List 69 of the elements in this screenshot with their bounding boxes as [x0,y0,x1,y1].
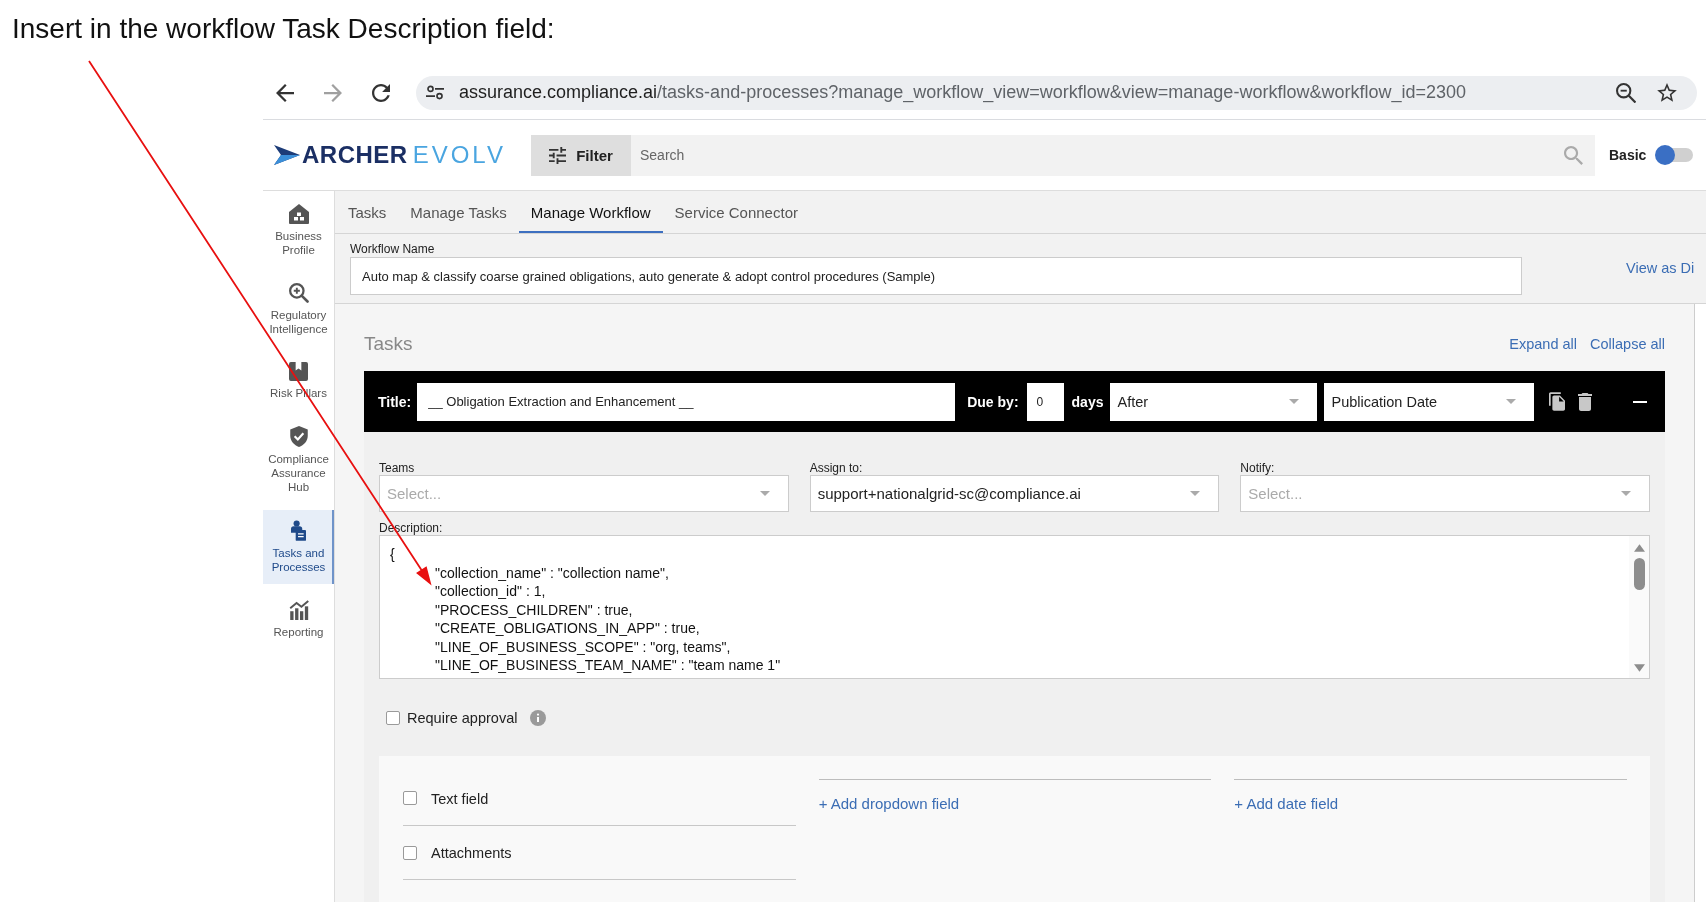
checkbox-label: Attachments [431,844,512,861]
checkbox-label: Require approval [407,710,518,726]
field-label: Teams [379,461,415,475]
sliders-icon [549,146,567,164]
shield-check-icon [289,426,308,447]
sidebar-item[interactable]: Compliance Assurance Hub [263,416,334,504]
field-label: Due by: [967,393,1019,410]
url-text: assurance.compliance.ai/tasks-and-processes?manage_workflow_view=workflow&view=manage-workflow&workflow_id=2300 [459,82,1466,103]
due-days-field[interactable]: 0 [1026,382,1064,421]
checkbox-label: Text field [431,791,489,807]
unit-label: days [1071,393,1104,410]
logo-text: ARCHER [302,141,408,169]
bookmark-icon [289,362,308,381]
tab[interactable]: Tasks [336,191,399,233]
checkbox[interactable] [403,845,417,860]
minus-icon[interactable] [1633,400,1647,403]
toggle-switch[interactable] [1655,145,1694,165]
dropdown[interactable]: After [1110,382,1318,421]
collapse-all-link[interactable]: Collapse all [1590,336,1665,352]
site-settings-icon[interactable] [426,85,444,100]
expand-all-link[interactable]: Expand all [1509,336,1578,352]
annotation-caption: Insert in the workflow Task Description field: [12,13,555,45]
scroll-down-arrow-icon[interactable] [1633,664,1645,672]
caret-icon [759,491,770,496]
caret-icon [1506,399,1517,404]
description-field[interactable]: { "collection_name" : "collection name", "collection_id" : 1, "PROCESS_CHILDREN" : true, "CREATE_OBLIGATIONS_IN_APP" : true, "LINE_OF_BUSINESS_SCOPE" : "org, teams", "LINE_OF_BUSINESS_TEAM_NAME" : "team name 1" [379,535,1650,679]
sidebar-item[interactable]: Reporting [263,590,334,649]
add-field-link[interactable]: + Add dropdown field [818,795,960,812]
caret-icon [1289,399,1300,404]
sidebar-item[interactable]: Business Profile [263,194,334,267]
logo-text: EVOLV [412,141,506,169]
scroll-up-arrow-icon[interactable] [1633,544,1645,552]
checkbox[interactable] [403,791,417,805]
field-label: Notify: [1240,461,1275,475]
dropdown[interactable]: support+nationalgrid-sc@compliance.ai [809,475,1220,512]
address-bar[interactable]: assurance.compliance.ai/tasks-and-processes?manage_workflow_view=workflow&view=manage-workflow&workflow_id=2300 [416,75,1697,110]
star-icon[interactable] [1657,83,1677,102]
view-as-diagram-link[interactable]: View as Di [1626,260,1695,276]
scrollbar-thumb[interactable] [1633,558,1645,590]
filter-button[interactable]: Filter [531,134,631,176]
field-label: Assign to: [809,461,863,475]
field-label: Workflow Name [350,242,435,256]
bar-chart-icon [288,600,309,620]
copy-icon[interactable] [1549,392,1566,411]
add-field-link[interactable]: + Add date field [1234,795,1339,812]
sidebar-item[interactable]: Regulatory Intelligence [263,273,334,346]
caret-icon [1621,491,1631,496]
section-heading: Tasks [364,333,413,355]
search-field[interactable]: Search [631,134,1595,176]
caret-icon [1190,491,1201,496]
zoom-in-icon [288,283,309,303]
toggle-label: Basic [1609,147,1647,163]
title-field[interactable]: __ Obligation Extraction and Enhancement __ [417,382,956,421]
zoom-out-icon[interactable] [1616,82,1636,103]
back-arrow-icon[interactable] [276,83,294,102]
checkbox[interactable] [386,711,400,725]
tab[interactable]: Service Connector [662,191,810,233]
trash-icon[interactable] [1578,392,1593,411]
field-label: Title: [378,393,412,410]
person-clipboard-icon [291,520,306,541]
workflow-name-field[interactable]: Auto map & classify coarse grained obligations, auto generate & adopt control procedures (Sample) [350,257,1522,295]
info-icon[interactable] [530,710,547,726]
logo-mark-icon [274,145,300,165]
sidebar-item[interactable]: Tasks and Processes [263,510,334,584]
forward-arrow-icon[interactable] [324,83,342,102]
dropdown[interactable]: Publication Date [1324,382,1535,421]
tab[interactable]: Manage Tasks [398,191,519,233]
house-icon [288,204,309,224]
reload-icon[interactable] [372,83,390,102]
